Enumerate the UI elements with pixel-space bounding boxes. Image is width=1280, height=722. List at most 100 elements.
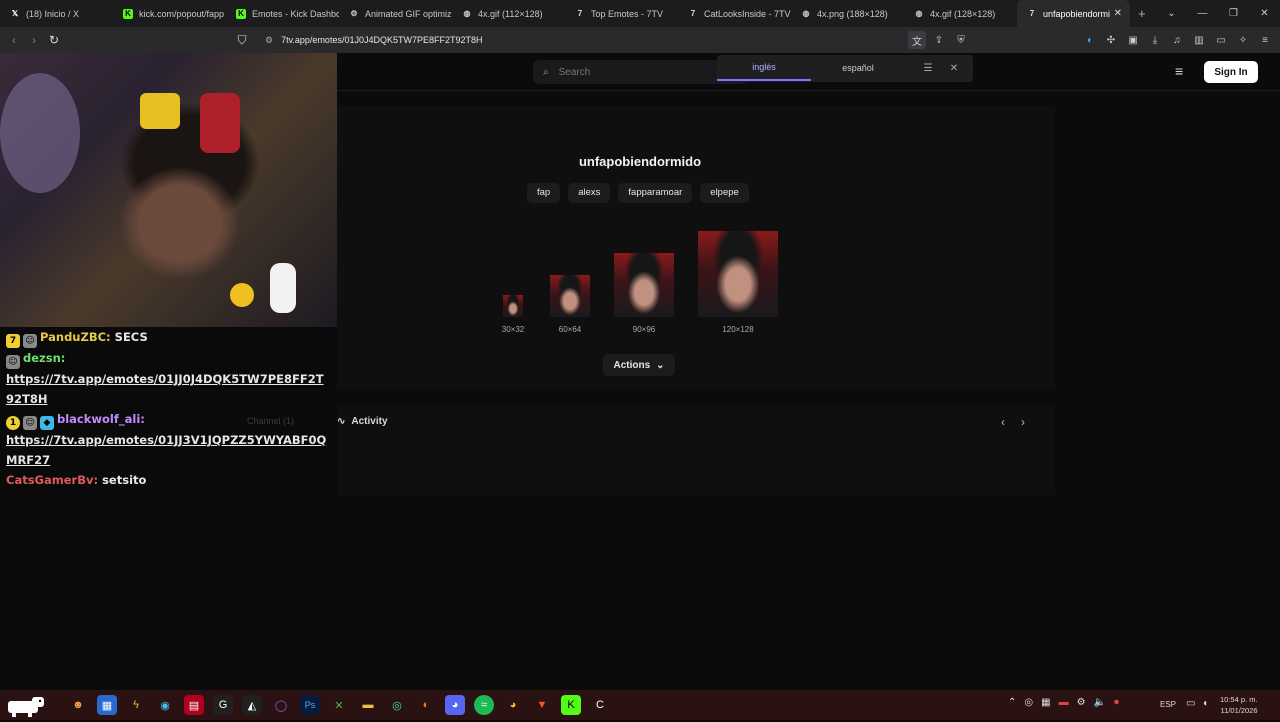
- app-icon[interactable]: ◯: [271, 695, 291, 715]
- browser-tab[interactable]: K Emotes - Kick Dashbo: [226, 0, 339, 27]
- volume-icon[interactable]: ◖: [1202, 698, 1208, 709]
- emote-preview-xlarge[interactable]: 120×128: [697, 231, 779, 334]
- app-icon[interactable]: C: [590, 695, 610, 715]
- app-icon[interactable]: ◭: [242, 695, 262, 715]
- firefox-icon[interactable]: ◐: [416, 695, 436, 715]
- browser-tools: ◖ ✣ ▣ ⤓ ♫ ▥ ▭ ✧ ≡: [1080, 31, 1274, 49]
- screenshot-icon[interactable]: ▣: [1124, 31, 1142, 49]
- browser-tab-active[interactable]: 7 unfapobiendormi ✕: [1017, 0, 1130, 27]
- translate-icon[interactable]: 文: [908, 31, 926, 49]
- restore-icon[interactable]: ❐: [1218, 8, 1249, 19]
- emote-preview-medium[interactable]: 60×64: [549, 275, 591, 334]
- translate-popup: inglés español ☰ ✕: [717, 55, 973, 82]
- taskbar-apps: ☻ ▦ ϟ ◉ ▤ G ◭ ◯ Ps ✕ ▬ ◎ ◐ ◕ ≈ ◕ ▼ K C: [68, 695, 610, 715]
- input-language[interactable]: ESP: [1160, 700, 1176, 709]
- close-icon[interactable]: ✕: [941, 63, 967, 74]
- chat-text: setsito: [102, 473, 147, 487]
- kick-icon[interactable]: K: [561, 695, 581, 715]
- app-icon[interactable]: ▦: [97, 695, 117, 715]
- media-icon[interactable]: ♫: [1168, 31, 1186, 49]
- address-bar[interactable]: ⚙ 7tv.app/emotes/01J0J4DQK5TW7PE8FF2T92T…: [255, 30, 975, 50]
- tray-icon[interactable]: ▦: [1041, 697, 1050, 708]
- reload-icon[interactable]: ↻: [44, 33, 64, 47]
- language-tab-english[interactable]: inglés: [717, 56, 811, 81]
- tag-chip[interactable]: elpepe: [700, 183, 749, 203]
- monitor-icon[interactable]: ▭: [1186, 698, 1195, 709]
- chat-username: PanduZBC:: [40, 330, 111, 344]
- poster-decoration: [200, 93, 240, 153]
- 7tv-icon: 7: [1029, 9, 1035, 18]
- chevron-left-icon[interactable]: ‹: [1001, 415, 1005, 429]
- close-window-icon[interactable]: ✕: [1249, 8, 1280, 19]
- language-tab-spanish[interactable]: español: [811, 55, 905, 82]
- site-info-icon[interactable]: ⚙: [265, 35, 273, 46]
- spotify-icon[interactable]: ≈: [474, 695, 494, 715]
- xbox-icon[interactable]: ✕: [329, 695, 349, 715]
- app-icon[interactable]: ▤: [184, 695, 204, 715]
- app-icon[interactable]: ϟ: [126, 695, 146, 715]
- browser-tab[interactable]: ◍ 4x.gif (112×128): [452, 0, 565, 27]
- mic-icon[interactable]: ⏺: [1114, 697, 1119, 708]
- browser-tab[interactable]: 7 Top Emotes - 7TV: [565, 0, 678, 27]
- emote-preview-large[interactable]: 90×96: [613, 253, 675, 334]
- chevron-right-icon[interactable]: ›: [1021, 415, 1025, 429]
- app-icon[interactable]: ◎: [387, 695, 407, 715]
- chat-link[interactable]: https://7tv.app/emotes/01JJ0J4DQK5TW7PE8…: [6, 372, 324, 406]
- tag-chip[interactable]: alexs: [568, 183, 611, 203]
- browser-tab[interactable]: ⚙ Animated GIF optimiz: [339, 0, 452, 27]
- app-icon[interactable]: ☻: [68, 695, 88, 715]
- hamburger-menu-icon[interactable]: ≡: [1175, 63, 1183, 79]
- tray-icon[interactable]: ◎: [1024, 697, 1033, 708]
- forward-icon[interactable]: ›: [24, 33, 44, 47]
- app-icon[interactable]: G: [213, 695, 233, 715]
- leo-ai-icon[interactable]: ✧: [1234, 31, 1252, 49]
- audio-icon[interactable]: ◖: [1080, 31, 1098, 49]
- wallet-icon[interactable]: ▭: [1212, 31, 1230, 49]
- emote-size-previews: 30×32 60×64 90×96 120×128: [337, 224, 1055, 334]
- browser-tab[interactable]: ◍ 4x.gif (128×128): [904, 0, 1017, 27]
- speaker-icon[interactable]: 🔈: [1094, 697, 1106, 708]
- site-header: ⌕ Search inglés español ☰ ✕ ≡ Sign In: [337, 53, 1280, 91]
- page-content: 7 ☺ PanduZBC: SECS ☺ dezsn: https://7tv.app…: [0, 53, 1280, 690]
- actions-button[interactable]: Actions ⌄: [603, 354, 675, 376]
- steam-icon[interactable]: ⚙: [1077, 697, 1086, 708]
- file-explorer-icon[interactable]: ▬: [358, 695, 378, 715]
- browser-tab[interactable]: Kkick.com/popout/fapp: [113, 0, 226, 27]
- tag-chip[interactable]: fap: [527, 183, 561, 203]
- emote-preview-small[interactable]: 30×32: [499, 295, 527, 334]
- clock[interactable]: 10:54 p. m. 11/01/2026: [1220, 694, 1258, 716]
- brave-shield-icon[interactable]: ⛨: [952, 31, 970, 49]
- bookmark-icon[interactable]: ⛉: [232, 33, 252, 48]
- browser-tab[interactable]: 𝕏 (18) Inicio / X: [0, 0, 113, 27]
- chrome-icon[interactable]: ◕: [503, 695, 523, 715]
- activity-tab[interactable]: ∿ Activity: [337, 416, 388, 427]
- photoshop-icon[interactable]: Ps: [300, 695, 320, 715]
- download-icon[interactable]: ⤓: [1146, 31, 1164, 49]
- close-tab-icon[interactable]: ✕: [1114, 8, 1122, 19]
- chat-link[interactable]: https://7tv.app/emotes/01JJ3V1JQPZZ5YWYA…: [6, 433, 326, 467]
- activity-panel: Channel (1) ∿ Activity ‹ ›: [247, 405, 1055, 495]
- app-icon[interactable]: ◉: [155, 695, 175, 715]
- share-icon[interactable]: ⇪: [930, 31, 948, 49]
- start-button[interactable]: [4, 693, 58, 717]
- menu-icon[interactable]: ≡: [1256, 31, 1274, 49]
- search-input[interactable]: ⌕ Search: [533, 60, 748, 84]
- chevron-down-icon[interactable]: ⌄: [1156, 8, 1187, 19]
- url-text[interactable]: 7tv.app/emotes/01J0J4DQK5TW7PE8FF2T92T8H: [281, 35, 482, 45]
- back-icon[interactable]: ‹: [4, 33, 24, 47]
- sidebar-icon[interactable]: ▥: [1190, 31, 1208, 49]
- minimize-icon[interactable]: —: [1187, 8, 1218, 19]
- tray-icon[interactable]: ▬: [1059, 697, 1069, 708]
- tag-chip[interactable]: fapparamoar: [618, 183, 693, 203]
- more-icon[interactable]: ☰: [915, 63, 941, 74]
- browser-tab[interactable]: 7 CatLooksInside - 7TV: [678, 0, 791, 27]
- brave-icon[interactable]: ▼: [532, 695, 552, 715]
- chevron-up-icon[interactable]: ⌃: [1008, 697, 1016, 708]
- browser-tab[interactable]: ◍ 4x.png (188×128): [791, 0, 904, 27]
- emote-card: unfapobiendormido fap alexs fapparamoar …: [337, 106, 1055, 389]
- channel-tab[interactable]: Channel (1): [247, 416, 294, 426]
- discord-icon[interactable]: ◕: [445, 695, 465, 715]
- new-tab-button[interactable]: +: [1138, 6, 1146, 21]
- sign-in-button[interactable]: Sign In: [1204, 61, 1258, 83]
- extensions-icon[interactable]: ✣: [1102, 31, 1120, 49]
